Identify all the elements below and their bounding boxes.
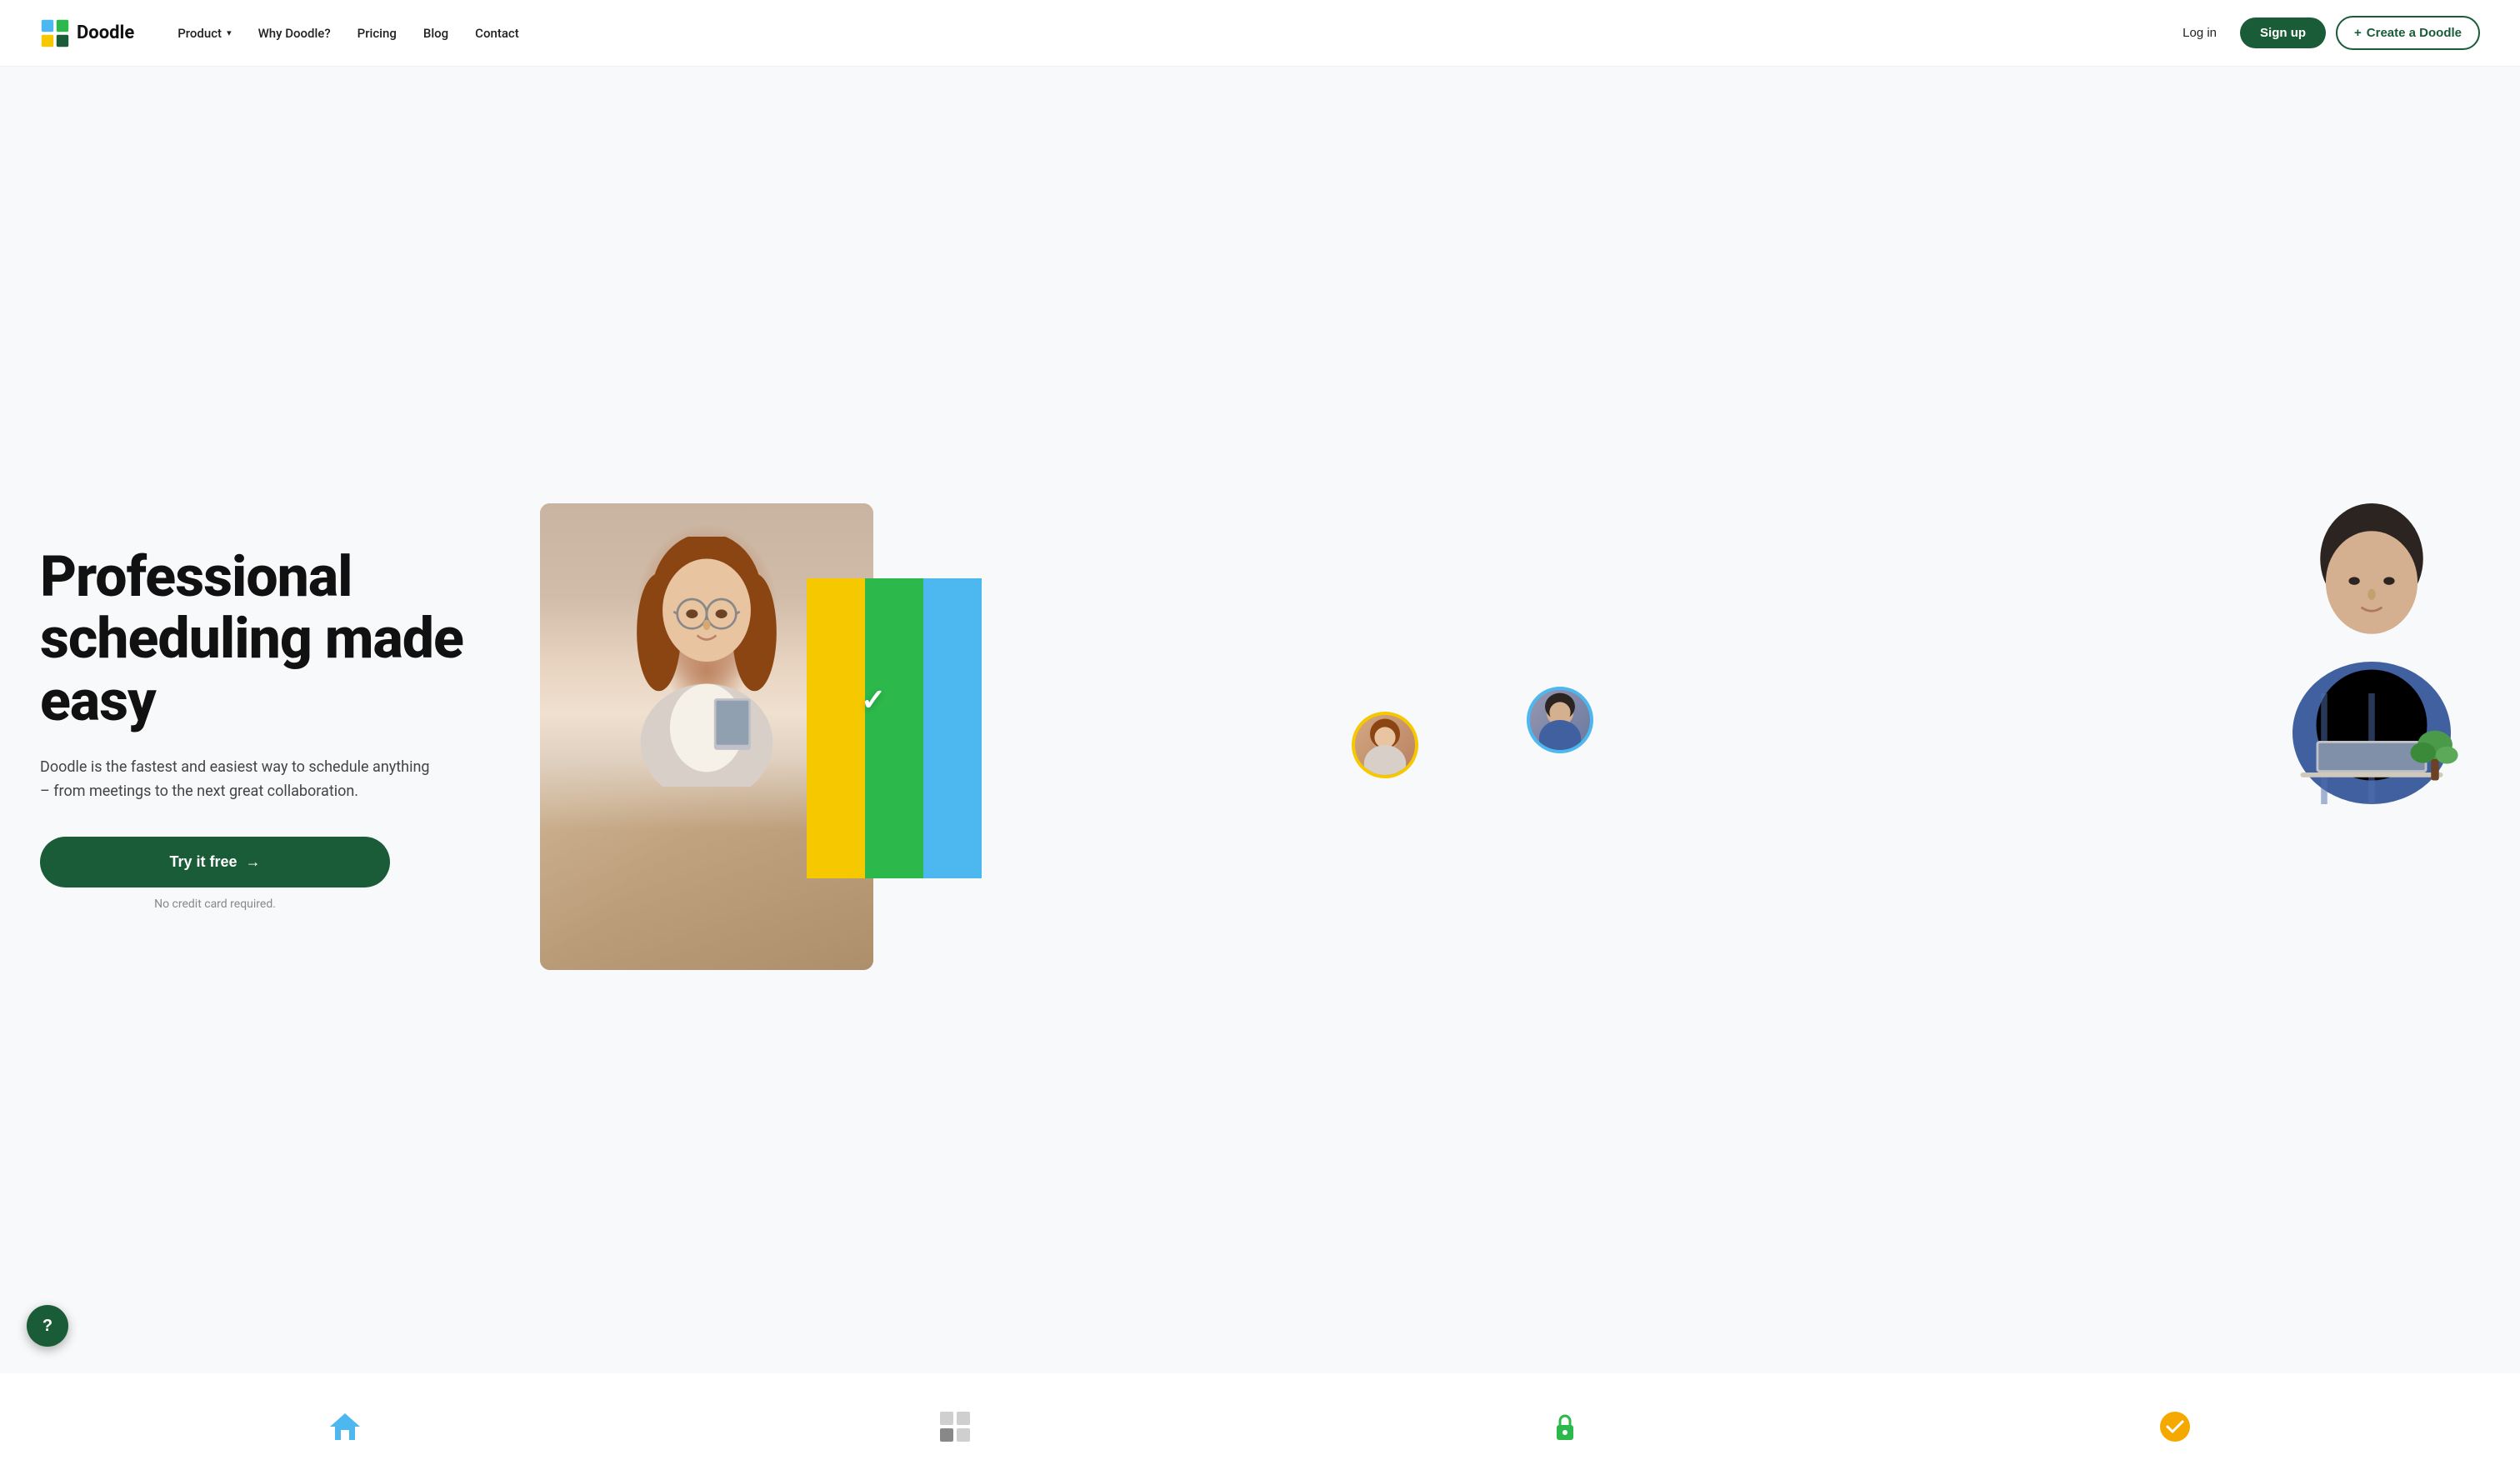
plus-icon: + (2354, 26, 2362, 40)
bar-blue (923, 578, 982, 878)
navbar: Doodle Product ▾ Why Doodle? Pricing Blo… (0, 0, 2520, 67)
avatar-man-illustration (1530, 690, 1590, 750)
hero-content: Professional scheduling made easy Doodle… (40, 546, 540, 912)
nav-link-product[interactable]: Product ▾ (168, 19, 241, 48)
bar-green (865, 578, 923, 878)
try-free-button[interactable]: Try it free → (40, 837, 390, 888)
logo-text: Doodle (77, 22, 134, 43)
nav-link-contact[interactable]: Contact (465, 19, 529, 48)
help-button[interactable]: ? (27, 1305, 68, 1347)
hero-title: Professional scheduling made easy (40, 546, 507, 732)
man-illustration (2272, 503, 2472, 820)
avatar-woman-illustration (1355, 715, 1415, 775)
doodle-logo-icon (40, 18, 70, 48)
nav-actions: Log in Sign up + Create a Doodle (2169, 16, 2480, 50)
grid-icon (935, 1407, 975, 1447)
avatar-man (1527, 687, 1593, 753)
hero-subtitle: Doodle is the fastest and easiest way to… (40, 756, 440, 804)
hero-section: Professional scheduling made easy Doodle… (0, 67, 2520, 1373)
feature-icon-grid (935, 1407, 975, 1447)
nav-link-why-doodle[interactable]: Why Doodle? (248, 19, 341, 48)
signup-button[interactable]: Sign up (2240, 18, 2326, 48)
avatar-woman (1352, 712, 1418, 778)
hero-image-man (2213, 478, 2520, 912)
lock-icon (1545, 1407, 1585, 1447)
feature-icon-check-circle (2155, 1407, 2195, 1447)
arrow-icon: → (246, 853, 261, 871)
nav-link-pricing[interactable]: Pricing (348, 19, 407, 48)
checkmark-overlay: ✓ (861, 682, 886, 718)
bar-yellow (807, 578, 865, 878)
schedule-bars (807, 578, 982, 878)
hero-imagery: ✓ (540, 478, 2480, 978)
check-circle-icon (2155, 1407, 2195, 1447)
feature-icon-lock (1545, 1407, 1585, 1447)
no-credit-text: No credit card required. (40, 898, 390, 911)
create-doodle-button[interactable]: + Create a Doodle (2336, 16, 2480, 50)
woman-illustration (623, 537, 790, 787)
nav-links: Product ▾ Why Doodle? Pricing Blog Conta… (168, 19, 2169, 48)
login-button[interactable]: Log in (2169, 19, 2230, 47)
feature-icon-home (325, 1407, 365, 1447)
home-icon (325, 1407, 365, 1447)
nav-link-blog[interactable]: Blog (413, 19, 458, 48)
feature-icons-row (0, 1373, 2520, 1480)
chevron-down-icon: ▾ (227, 28, 232, 38)
logo[interactable]: Doodle (40, 18, 134, 48)
